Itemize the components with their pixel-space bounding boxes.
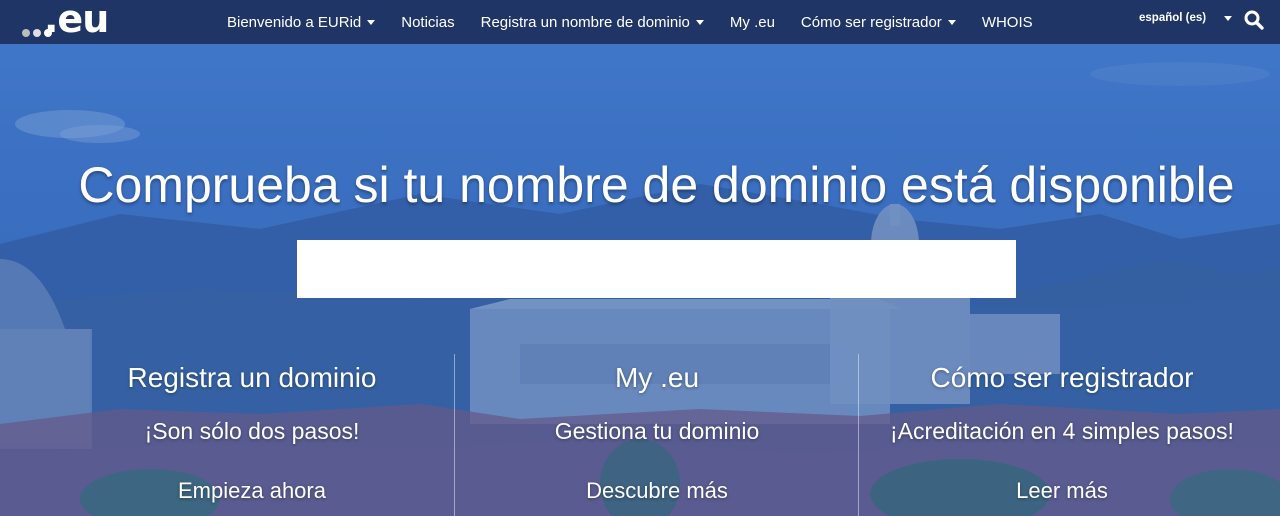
eu-logo[interactable]: .eu [22, 0, 122, 41]
nav-item-registra-dominio[interactable]: Registra un nombre de dominio [481, 14, 704, 31]
column-subtitle: Gestiona tu dominio [554, 418, 760, 444]
nav-item-label: Cómo ser registrador [800, 13, 942, 31]
search-button[interactable] [1243, 9, 1265, 31]
hero-headline: Comprueba si tu nombre de dominio está d… [78, 157, 1235, 213]
hero-banner: Comprueba si tu nombre de dominio está d… [0, 44, 1280, 516]
logo-dot-2 [33, 29, 41, 37]
column-title: Registra un dominio [127, 362, 377, 393]
column-subtitle: ¡Son sólo dos pasos! [144, 418, 360, 444]
search-icon [1244, 10, 1264, 30]
main-menu: Bienvenido a EURid Noticias Registra un … [227, 0, 1059, 44]
caret-down-icon [695, 19, 704, 25]
nav-item-label: WHOIS [981, 13, 1033, 31]
nav-item-bienvenido[interactable]: Bienvenido a EURid [227, 13, 376, 31]
column-my-eu: My .eu Gestiona tu dominio Descubre más [455, 362, 859, 504]
leer-mas-link[interactable]: Leer más [860, 478, 1264, 504]
nav-item-label: Bienvenido a EURid [227, 13, 362, 31]
nav-item-label: Registra un nombre de dominio [480, 13, 690, 31]
nav-item-whois[interactable]: WHOIS [982, 14, 1033, 31]
language-selector[interactable]: español (es) [1139, 12, 1233, 24]
top-navigation-bar: .eu Bienvenido a EURid Noticias Registra… [0, 0, 1280, 44]
logo-text: .eu [44, 0, 109, 41]
column-registra-dominio: Registra un dominio ¡Son sólo dos pasos!… [50, 362, 454, 504]
nav-item-noticias[interactable]: Noticias [401, 14, 454, 31]
logo-dot-1 [22, 29, 30, 37]
descubre-mas-link[interactable]: Descubre más [455, 478, 859, 504]
language-label: español (es) [1139, 12, 1207, 24]
column-divider [858, 354, 859, 516]
domain-search-input[interactable] [297, 240, 1016, 298]
nav-item-my-eu[interactable]: My .eu [730, 14, 775, 31]
empieza-ahora-link[interactable]: Empieza ahora [50, 478, 454, 504]
caret-down-icon [367, 19, 376, 25]
nav-item-label: My .eu [729, 13, 775, 31]
column-subtitle: ¡Acreditación en 4 simples pasos! [890, 418, 1234, 444]
column-title: Cómo ser registrador [930, 362, 1194, 393]
column-registrador: Cómo ser registrador ¡Acreditación en 4 … [860, 362, 1264, 504]
nav-item-registrador[interactable]: Cómo ser registrador [801, 14, 956, 31]
caret-down-icon [1224, 15, 1233, 21]
nav-item-label: Noticias [401, 13, 455, 31]
caret-down-icon [947, 19, 956, 25]
column-title: My .eu [614, 362, 700, 393]
